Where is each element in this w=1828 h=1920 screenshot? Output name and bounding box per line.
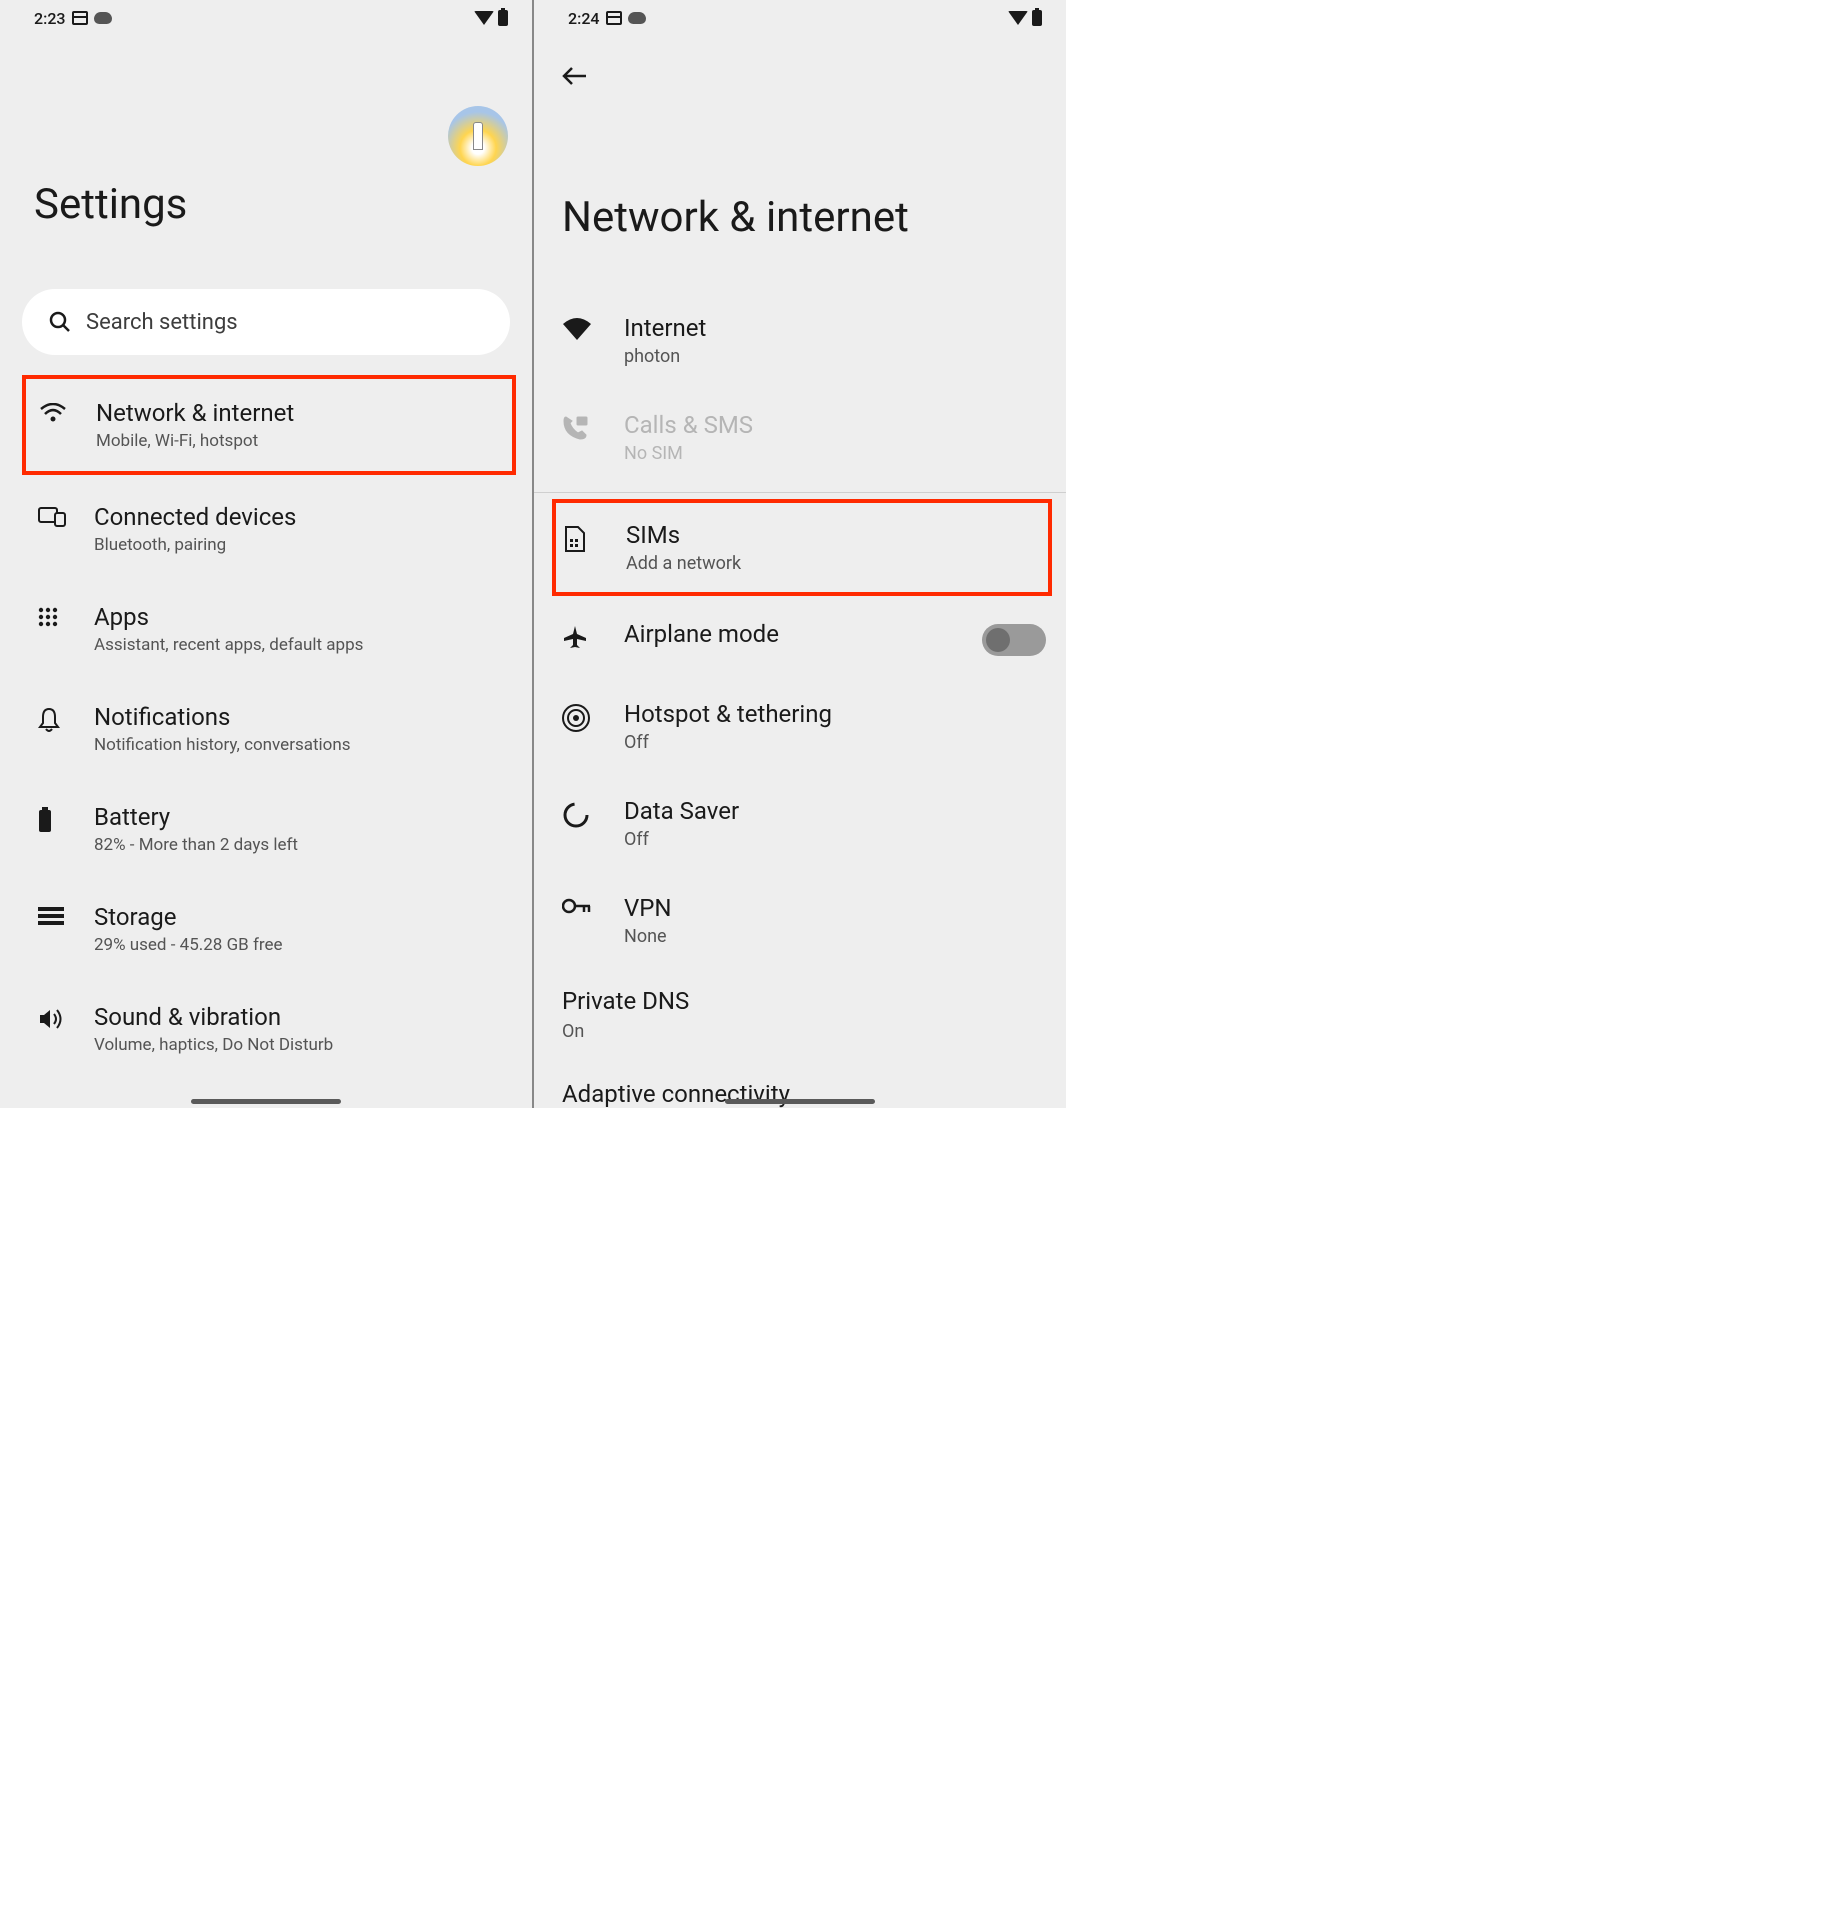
item-title: VPN [624,894,1046,922]
speaker-icon [38,1007,64,1031]
network-screen: 2:24 Network & internet Internet photon [534,0,1066,1108]
wifi-full-icon [562,318,592,342]
settings-screen: 2:23 Settings Search settings Network [0,0,532,1108]
item-subtitle: Off [624,829,1046,850]
settings-item-notifications[interactable]: Notifications Notification history, conv… [0,679,532,779]
nav-handle[interactable] [191,1099,341,1104]
net-item-internet[interactable]: Internet photon [534,292,1066,389]
status-time: 2:24 [568,9,600,28]
key-icon [562,898,592,914]
airplane-toggle[interactable] [982,624,1046,656]
devices-icon [38,507,66,527]
item-title: Storage [94,903,520,931]
divider-line [534,492,1066,493]
item-subtitle: Add a network [626,553,1040,574]
settings-item-battery[interactable]: Battery 82% - More than 2 days left [0,779,532,879]
item-subtitle: No SIM [624,443,1046,464]
item-subtitle: Bluetooth, pairing [94,535,520,555]
item-subtitle: On [562,1021,1046,1042]
item-title: Notifications [94,703,520,731]
item-title: Battery [94,803,520,831]
wifi-status-icon [1008,11,1028,25]
battery-status-icon [1032,10,1042,26]
data-saver-icon [562,801,590,829]
item-title: SIMs [626,521,1040,549]
search-settings[interactable]: Search settings [22,289,510,355]
net-item-hotspot[interactable]: Hotspot & tethering Off [534,678,1066,775]
item-title: Calls & SMS [624,411,1046,439]
item-subtitle: 29% used - 45.28 GB free [94,935,520,955]
net-item-vpn[interactable]: VPN None [534,872,1066,969]
bell-icon [38,707,60,733]
arrow-left-icon [562,66,588,86]
item-subtitle: photon [624,346,1046,367]
status-bar: 2:24 [534,0,1066,32]
item-title: Apps [94,603,520,631]
item-subtitle: Assistant, recent apps, default apps [94,635,520,655]
net-item-private-dns[interactable]: Private DNS On [534,969,1066,1050]
item-title: Data Saver [624,797,1046,825]
settings-item-sound[interactable]: Sound & vibration Volume, haptics, Do No… [0,979,532,1079]
rocket-icon [473,122,483,150]
hotspot-icon [562,704,590,732]
item-subtitle: Volume, haptics, Do Not Disturb [94,1035,520,1055]
item-title: Hotspot & tethering [624,700,1046,728]
wifi-icon [40,403,66,423]
cloud-icon [94,12,112,24]
net-item-data-saver[interactable]: Data Saver Off [534,775,1066,872]
airplane-icon [562,624,588,650]
item-subtitle: 82% - More than 2 days left [94,835,520,855]
item-title: Connected devices [94,503,520,531]
net-item-airplane[interactable]: Airplane mode [534,598,1066,678]
item-title: Network & internet [96,399,504,427]
nav-handle[interactable] [725,1099,875,1104]
battery-icon [38,807,52,833]
sim-icon [564,525,586,553]
item-subtitle: Off [624,732,1046,753]
back-button[interactable] [534,32,1066,93]
item-title: Sound & vibration [94,1003,520,1031]
storage-icon [38,907,64,925]
item-title: Airplane mode [624,620,982,648]
item-subtitle: Notification history, conversations [94,735,520,755]
settings-item-storage[interactable]: Storage 29% used - 45.28 GB free [0,879,532,979]
page-title: Network & internet [534,93,1066,242]
phone-icon [562,415,588,441]
calendar-icon [72,11,88,25]
search-placeholder: Search settings [86,310,238,335]
cloud-icon [628,12,646,24]
wifi-status-icon [474,11,494,25]
search-icon [48,310,72,334]
item-title: Private DNS [562,987,1046,1015]
settings-item-apps[interactable]: Apps Assistant, recent apps, default app… [0,579,532,679]
status-bar: 2:23 [0,0,532,32]
item-title: Internet [624,314,1046,342]
net-item-calls: Calls & SMS No SIM [534,389,1066,486]
settings-item-devices[interactable]: Connected devices Bluetooth, pairing [0,479,532,579]
apps-icon [38,607,58,627]
status-time: 2:23 [34,9,66,28]
item-subtitle: None [624,926,1046,947]
battery-status-icon [498,10,508,26]
item-subtitle: Mobile, Wi-Fi, hotspot [96,431,504,451]
calendar-icon [606,11,622,25]
profile-avatar[interactable] [448,106,508,166]
settings-item-network[interactable]: Network & internet Mobile, Wi-Fi, hotspo… [22,375,516,475]
net-item-sims[interactable]: SIMs Add a network [552,499,1052,596]
